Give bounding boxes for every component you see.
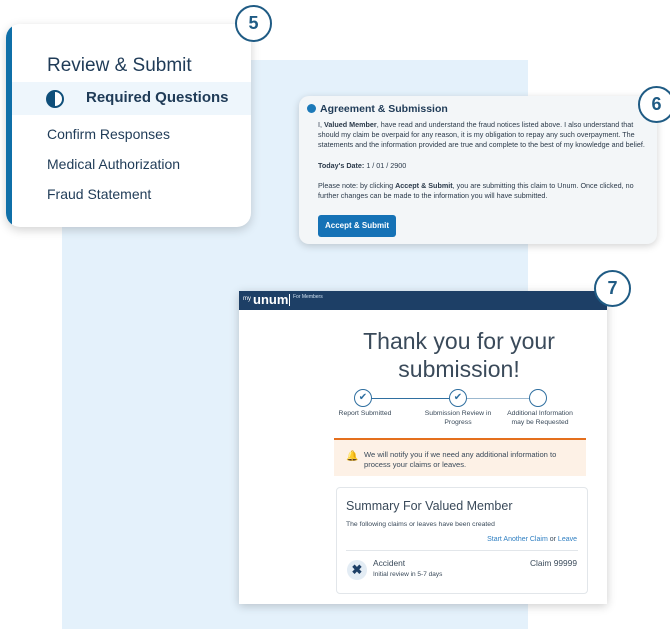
review-submit-card: Review & Submit Required Questions Confi… <box>6 24 251 227</box>
date-label: Today's Date: <box>318 161 365 170</box>
agreement-title: Agreement & Submission <box>320 103 448 115</box>
notification-text: We will notify you if we need any additi… <box>364 450 557 469</box>
notification-banner: 🔔 We will notify you if we need any addi… <box>334 438 586 476</box>
member-name: Valued Member <box>324 120 377 129</box>
claim-number[interactable]: Claim 99999 <box>530 558 577 568</box>
bell-icon: 🔔 <box>346 451 359 462</box>
half-circle-progress-icon <box>46 90 64 108</box>
nav-item-confirm-responses[interactable]: Confirm Responses <box>47 126 170 142</box>
start-another-claim-link[interactable]: Start Another Claim <box>487 536 548 543</box>
nav-item-medical-authorization[interactable]: Medical Authorization <box>47 156 180 172</box>
logo-for-members: For Members <box>293 294 323 300</box>
agreement-card: Agreement & Submission I, Valued Member,… <box>299 96 657 244</box>
step-badge-6: 6 <box>638 86 670 123</box>
review-section-title: Review & Submit <box>47 55 192 76</box>
todays-date: Today's Date: 1 / 01 / 2900 <box>318 161 406 171</box>
claim-review-time: Initial review in 5-7 days <box>373 571 443 578</box>
chevron-circle-icon <box>307 104 316 113</box>
pending-step-icon <box>529 389 547 407</box>
summary-panel: Summary For Valued Member The following … <box>336 487 588 594</box>
summary-divider <box>346 550 578 551</box>
check-icon: ✔ <box>354 389 372 407</box>
top-bar: my unum For Members <box>239 291 607 310</box>
claim-type: Accident <box>373 558 406 568</box>
logo-my: my <box>243 296 251 302</box>
date-value[interactable]: 1 / 01 / 2900 <box>366 161 406 170</box>
progress-line-1 <box>369 398 449 399</box>
step-badge-5: 5 <box>235 5 272 42</box>
note-prefix: Please note: by clicking <box>318 181 396 190</box>
progress-step-label: Submission Review in Progress <box>424 410 492 426</box>
accept-submit-button[interactable]: Accept & Submit <box>318 215 396 237</box>
unum-logo[interactable]: unum <box>253 292 288 307</box>
accident-icon: ✖ <box>347 560 367 580</box>
start-another-links: Start Another Claim or Leave <box>487 536 577 543</box>
progress-line-2 <box>465 398 529 399</box>
active-section-accent <box>6 24 12 227</box>
agreement-text: I, Valued Member, have read and understa… <box>318 120 652 150</box>
progress-step-label: Report Submitted <box>338 410 392 417</box>
confirmation-title: Thank you for your submission! <box>363 328 555 382</box>
step-badge-7: 7 <box>594 270 631 307</box>
logo-divider <box>289 294 290 306</box>
summary-subtitle: The following claims or leaves have been… <box>346 521 495 528</box>
link-or: or <box>549 536 556 543</box>
check-icon: ✔ <box>449 389 467 407</box>
progress-step-label: Additional Information may be Requested <box>507 410 573 426</box>
nav-item-required-questions-label[interactable]: Required Questions <box>86 89 229 106</box>
note-action: Accept & Submit <box>395 181 453 190</box>
submission-note: Please note: by clicking Accept & Submit… <box>318 181 652 201</box>
start-leave-link[interactable]: Leave <box>558 536 577 543</box>
nav-item-fraud-statement[interactable]: Fraud Statement <box>47 186 151 202</box>
agreement-header: Agreement & Submission <box>307 104 448 114</box>
summary-title: Summary For Valued Member <box>346 499 513 513</box>
confirmation-card: my unum For Members Thank you for your s… <box>239 291 607 604</box>
